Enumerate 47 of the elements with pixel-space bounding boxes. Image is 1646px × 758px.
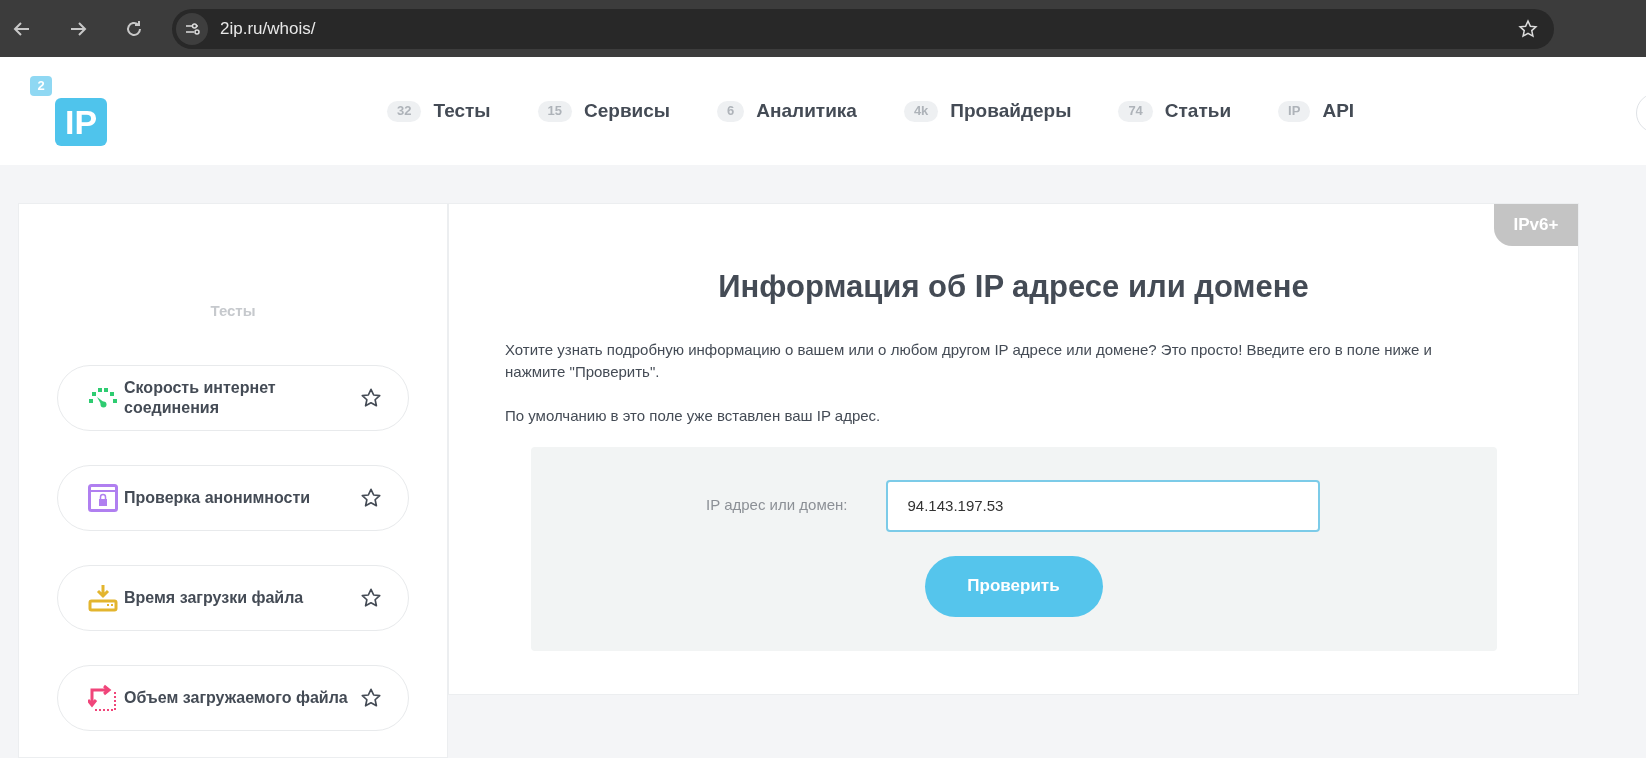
star-icon[interactable] bbox=[360, 686, 382, 709]
reload-icon[interactable] bbox=[124, 18, 144, 39]
download-icon bbox=[88, 583, 118, 612]
star-icon[interactable] bbox=[360, 486, 382, 509]
count-badge: 74 bbox=[1118, 100, 1153, 122]
count-badge: 15 bbox=[537, 100, 572, 122]
test-item[interactable]: Проверка анонимности bbox=[57, 464, 409, 531]
resize-arrows-icon bbox=[88, 683, 118, 712]
description-text: Хотите узнать подробную информацию о вашем или о любом другом IP адресе или домене? Это просто! Введите его в поле ниже и нажмите "Проверить". bbox=[505, 339, 1433, 382]
test-label: Время загрузки файла bbox=[124, 587, 305, 608]
test-item[interactable]: Скорость интернет соединения bbox=[57, 364, 409, 431]
test-label: Проверка анонимности bbox=[124, 487, 312, 508]
nav-link[interactable]: 6 Аналитика bbox=[717, 96, 857, 126]
nav-label: Тесты bbox=[433, 98, 491, 123]
address-bar[interactable]: 2ip.ru/whois/ bbox=[172, 8, 1554, 49]
nav-link[interactable]: 74 Статьи bbox=[1118, 96, 1232, 126]
page-title: Информация об IP адресе или домене bbox=[718, 268, 1309, 306]
nav-label: Сервисы bbox=[584, 98, 671, 123]
locked-window-icon bbox=[88, 483, 118, 512]
test-item[interactable]: Объем загружаемого файла bbox=[57, 664, 409, 731]
star-icon[interactable] bbox=[360, 386, 382, 409]
nav-label: Статьи bbox=[1164, 98, 1232, 123]
test-label: Объем загружаемого файла bbox=[124, 687, 349, 708]
nav-link[interactable]: 4k Провайдеры bbox=[903, 96, 1072, 126]
bookmark-star-icon[interactable] bbox=[1518, 18, 1538, 39]
field-label: IP адрес или домен: bbox=[705, 495, 848, 516]
nav-label: Провайдеры bbox=[950, 98, 1072, 123]
site-settings-icon[interactable] bbox=[176, 12, 208, 45]
test-item[interactable]: Время загрузки файла bbox=[57, 564, 409, 631]
speedometer-icon bbox=[88, 386, 118, 409]
count-badge: IP bbox=[1278, 100, 1311, 122]
star-icon[interactable] bbox=[360, 586, 382, 609]
nav-link[interactable]: 15 Сервисы bbox=[537, 96, 671, 126]
test-label: Скорость интернет соединения bbox=[124, 377, 277, 418]
ip-input-field[interactable]: 94.143.197.53 bbox=[885, 479, 1320, 532]
count-badge: 6 bbox=[717, 100, 745, 122]
url-text: 2ip.ru/whois/ bbox=[220, 17, 317, 40]
logo-text: IP bbox=[55, 98, 107, 146]
nav-link[interactable]: IP API bbox=[1278, 96, 1355, 126]
nav-label: API bbox=[1322, 98, 1355, 123]
nav-link[interactable]: 32 Тесты bbox=[387, 96, 491, 126]
count-badge: 4k bbox=[903, 100, 939, 122]
nav-label: Аналитика bbox=[756, 98, 857, 123]
logo-small-text: 2 bbox=[30, 76, 52, 96]
description-text: По умолчанию в это поле уже вставлен ваш IP адрес. bbox=[505, 405, 882, 426]
count-badge: 32 bbox=[387, 100, 422, 122]
sidebar-title: Тесты bbox=[210, 301, 256, 321]
